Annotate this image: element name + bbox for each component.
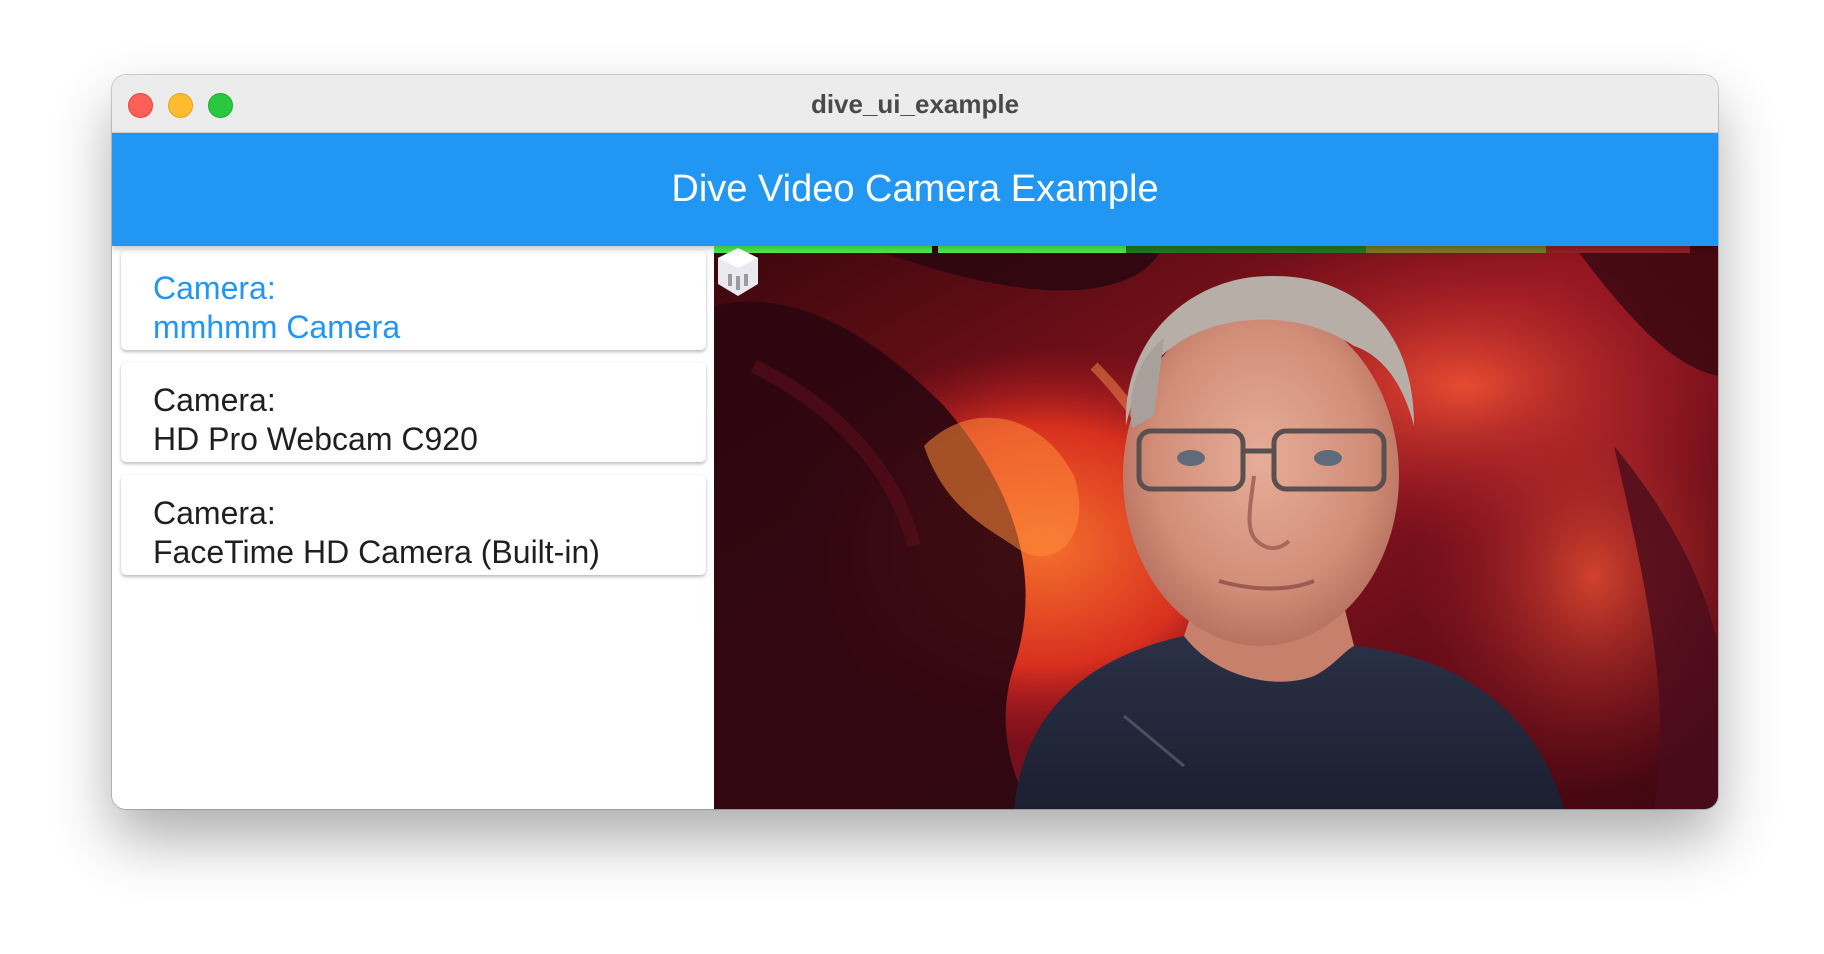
page-title: Dive Video Camera Example: [671, 168, 1159, 210]
camera-item-name: HD Pro Webcam C920: [153, 421, 478, 457]
camera-preview-image: [714, 246, 1718, 809]
app-bar: Dive Video Camera Example: [112, 133, 1718, 246]
camera-item-facetime[interactable]: Camera: FaceTime HD Camera (Built-in): [121, 475, 706, 575]
meter-segment-yellow: [1366, 246, 1546, 253]
mmhmm-logo-icon: [718, 248, 758, 296]
meter-segment-red: [1546, 246, 1690, 253]
camera-item-label: Camera:: [153, 382, 276, 418]
camera-item-label: Camera:: [153, 495, 276, 531]
camera-item-mmhmm[interactable]: Camera: mmhmm Camera: [121, 250, 706, 350]
camera-item-label: Camera:: [153, 270, 276, 306]
meter-segment-green: [1126, 246, 1366, 253]
camera-item-name: mmhmm Camera: [153, 309, 401, 345]
camera-item-hd-pro-webcam[interactable]: Camera: HD Pro Webcam C920: [121, 362, 706, 462]
meter-segment-active: [938, 246, 1126, 253]
title-bar: dive_ui_example: [112, 75, 1718, 133]
camera-preview: [714, 246, 1718, 809]
audio-level-meter: [714, 246, 1690, 253]
app-window: dive_ui_example Dive Video Camera Exampl…: [112, 75, 1718, 809]
camera-list: Camera: mmhmm Camera Camera: HD Pro Webc…: [112, 246, 714, 809]
window-title: dive_ui_example: [810, 89, 1020, 119]
camera-item-name: FaceTime HD Camera (Built-in): [153, 534, 600, 570]
